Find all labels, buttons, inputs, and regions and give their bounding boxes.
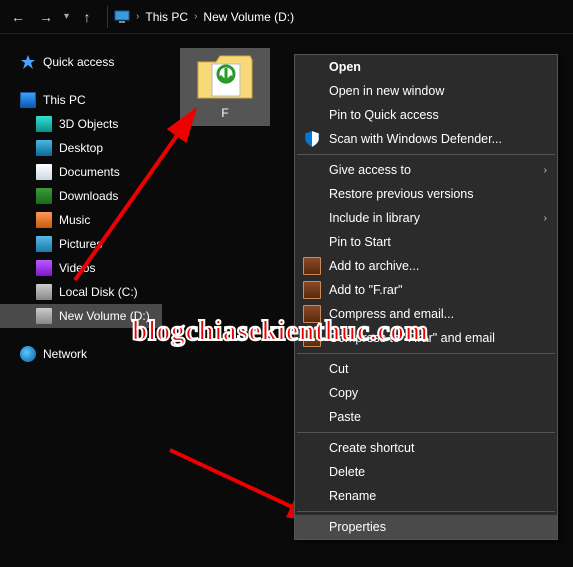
menu-include-library[interactable]: Include in library›	[295, 206, 557, 230]
sidebar-item-documents[interactable]: Documents	[0, 160, 162, 184]
folder-item[interactable]: F	[180, 48, 270, 126]
context-menu: Open Open in new window Pin to Quick acc…	[294, 54, 558, 540]
chevron-right-icon: ›	[544, 213, 547, 224]
pc-icon	[114, 10, 130, 24]
sidebar-item-label: Pictures	[59, 237, 102, 251]
sidebar-item-new-volume-d[interactable]: New Volume (D:)	[0, 304, 162, 328]
drive-icon	[36, 308, 52, 324]
pictures-icon	[36, 236, 52, 252]
sidebar-item-this-pc[interactable]: This PC	[0, 88, 162, 112]
forward-button[interactable]: →	[32, 3, 60, 31]
crumb-this-pc[interactable]: This PC	[145, 10, 188, 24]
sidebar-item-pictures[interactable]: Pictures	[0, 232, 162, 256]
sidebar-item-videos[interactable]: Videos	[0, 256, 162, 280]
sidebar-item-downloads[interactable]: Downloads	[0, 184, 162, 208]
desktop-icon	[36, 140, 52, 156]
sidebar-item-label: Downloads	[59, 189, 118, 203]
chevron-right-icon: ›	[136, 11, 139, 22]
sidebar-item-label: This PC	[43, 93, 86, 107]
sidebar-item-label: Desktop	[59, 141, 103, 155]
chevron-right-icon: ›	[544, 165, 547, 176]
navigation-sidebar: Quick access This PC 3D Objects Desktop …	[0, 34, 162, 567]
archive-icon	[303, 305, 321, 323]
sidebar-item-3d-objects[interactable]: 3D Objects	[0, 112, 162, 136]
sidebar-item-music[interactable]: Music	[0, 208, 162, 232]
documents-icon	[36, 164, 52, 180]
sidebar-item-quick-access[interactable]: Quick access	[0, 50, 162, 74]
history-dropdown-icon[interactable]: ▾	[64, 11, 69, 22]
menu-compress-rar-email[interactable]: Compress to "F.rar" and email	[295, 326, 557, 350]
chevron-right-icon: ›	[194, 11, 197, 22]
back-button[interactable]: ←	[4, 3, 32, 31]
menu-give-access-to[interactable]: Give access to›	[295, 158, 557, 182]
menu-separator	[297, 511, 555, 512]
navigation-toolbar: ← → ▾ ↑ › This PC › New Volume (D:)	[0, 0, 573, 34]
menu-copy[interactable]: Copy	[295, 381, 557, 405]
crumb-new-volume[interactable]: New Volume (D:)	[203, 10, 294, 24]
menu-open[interactable]: Open	[295, 55, 557, 79]
menu-rename[interactable]: Rename	[295, 484, 557, 508]
menu-compress-email[interactable]: Compress and email...	[295, 302, 557, 326]
archive-icon	[303, 329, 321, 347]
menu-create-shortcut[interactable]: Create shortcut	[295, 436, 557, 460]
videos-icon	[36, 260, 52, 276]
menu-scan-defender[interactable]: Scan with Windows Defender...	[295, 127, 557, 151]
folder-label: F	[221, 106, 228, 120]
archive-icon	[303, 281, 321, 299]
pc-icon	[20, 92, 36, 108]
menu-paste[interactable]: Paste	[295, 405, 557, 429]
downloads-icon	[36, 188, 52, 204]
star-icon	[20, 54, 36, 70]
folder-icon	[196, 54, 254, 102]
up-button[interactable]: ↑	[73, 3, 101, 31]
sidebar-item-desktop[interactable]: Desktop	[0, 136, 162, 160]
archive-icon	[303, 257, 321, 275]
menu-separator	[297, 432, 555, 433]
drive-icon	[36, 284, 52, 300]
menu-pin-start[interactable]: Pin to Start	[295, 230, 557, 254]
menu-properties[interactable]: Properties	[295, 515, 557, 539]
sidebar-item-network[interactable]: Network	[0, 342, 162, 366]
menu-cut[interactable]: Cut	[295, 357, 557, 381]
sidebar-item-label: New Volume (D:)	[59, 309, 150, 323]
sidebar-item-local-disk-c[interactable]: Local Disk (C:)	[0, 280, 162, 304]
menu-open-new-window[interactable]: Open in new window	[295, 79, 557, 103]
music-icon	[36, 212, 52, 228]
sidebar-item-label: Videos	[59, 261, 95, 275]
menu-pin-quick-access[interactable]: Pin to Quick access	[295, 103, 557, 127]
breadcrumb[interactable]: › This PC › New Volume (D:)	[114, 10, 294, 24]
sidebar-item-label: Local Disk (C:)	[59, 285, 138, 299]
separator	[107, 6, 108, 28]
sidebar-item-label: Quick access	[43, 55, 114, 69]
menu-add-archive[interactable]: Add to archive...	[295, 254, 557, 278]
network-icon	[20, 346, 36, 362]
sidebar-item-label: Documents	[59, 165, 120, 179]
menu-separator	[297, 154, 555, 155]
menu-delete[interactable]: Delete	[295, 460, 557, 484]
menu-restore-previous[interactable]: Restore previous versions	[295, 182, 557, 206]
menu-separator	[297, 353, 555, 354]
sidebar-item-label: Music	[59, 213, 90, 227]
cube-icon	[36, 116, 52, 132]
sidebar-item-label: 3D Objects	[59, 117, 118, 131]
shield-icon	[303, 130, 321, 148]
menu-add-to-rar[interactable]: Add to "F.rar"	[295, 278, 557, 302]
sidebar-item-label: Network	[43, 347, 87, 361]
